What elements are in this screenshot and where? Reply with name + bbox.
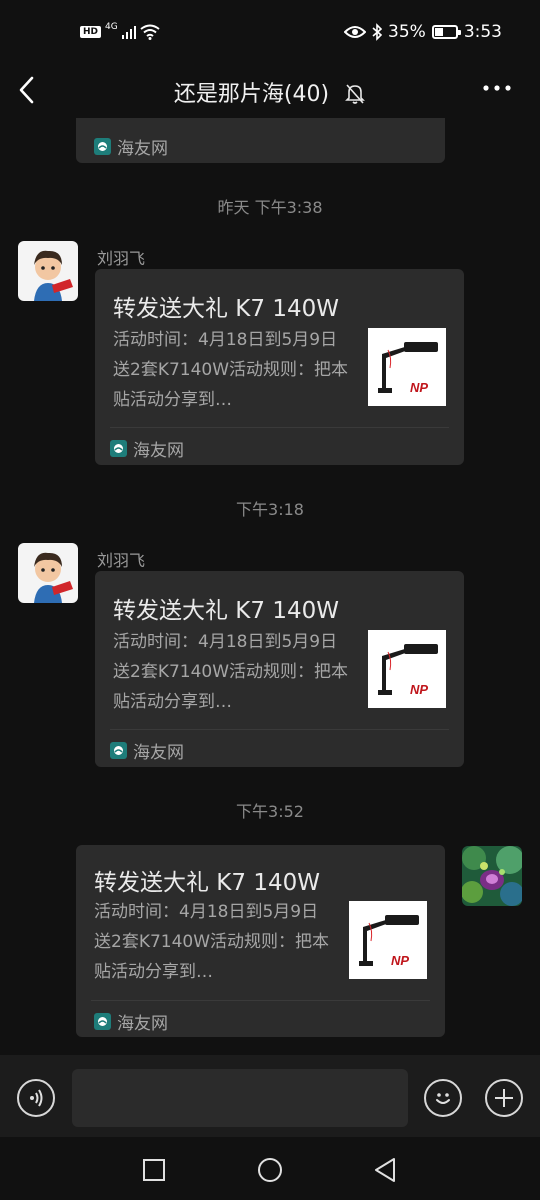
card-description: 活动时间：4月18日到5月9日送2套K7140W活动规则：把本贴活动分享到…	[94, 902, 330, 982]
voice-icon	[30, 1089, 43, 1107]
card-source-label: 海友网	[117, 139, 168, 159]
status-left: HD 4G	[80, 22, 160, 40]
nav-back-button[interactable]	[373, 1157, 397, 1187]
emoji-icon	[436, 1093, 450, 1104]
card-source: 海友网	[110, 738, 184, 763]
card-source-label: 海友网	[117, 1014, 168, 1034]
more-button[interactable]	[482, 70, 512, 107]
nav-circle-icon	[258, 1158, 282, 1182]
haiyou-logo-icon	[94, 138, 111, 155]
card-title: 转发送大礼 K7 140W	[113, 598, 339, 624]
haiyou-logo-icon	[110, 742, 127, 759]
card-source: 海友网	[94, 134, 168, 159]
nav-home-button[interactable]	[257, 1157, 283, 1187]
card-source: 海友网	[94, 1009, 168, 1034]
avatar[interactable]	[18, 241, 78, 301]
eye-icon	[344, 26, 367, 38]
status-bar: HD 4G 35% 3:53	[0, 0, 540, 66]
card-divider	[110, 729, 449, 730]
voice-button[interactable]	[17, 1079, 55, 1117]
emoji-button[interactable]	[424, 1079, 462, 1117]
battery-icon	[431, 25, 461, 39]
timestamp: 下午3:18	[236, 500, 304, 519]
self-avatar[interactable]	[462, 846, 522, 906]
nav-square-icon	[143, 1159, 165, 1181]
battery-percent: 35%	[388, 22, 426, 42]
lamp-product-image: NP	[368, 328, 446, 406]
message-input[interactable]	[72, 1069, 408, 1127]
more-icon	[483, 85, 511, 91]
haiyou-logo-icon	[94, 1013, 111, 1030]
message-card[interactable]: 海友网	[76, 118, 445, 163]
avatar[interactable]	[18, 543, 78, 603]
message-card[interactable]: 转发送大礼 K7 140W 活动时间：4月18日到5月9日送2套K7140W活动…	[95, 269, 464, 465]
timestamp: 下午3:52	[236, 802, 304, 821]
card-source: 海友网	[110, 436, 184, 461]
thumb-brand-text: NP	[410, 682, 428, 697]
status-right: 35% 3:53	[344, 22, 502, 42]
cartoon-boy-avatar	[18, 543, 78, 603]
card-source-label: 海友网	[133, 441, 184, 461]
card-thumbnail: NP	[368, 630, 446, 708]
card-title: 转发送大礼 K7 140W	[94, 870, 320, 896]
haiyou-logo-icon	[110, 440, 127, 457]
card-divider	[91, 1000, 430, 1001]
lamp-product-image: NP	[349, 901, 427, 979]
clock: 3:53	[463, 22, 502, 42]
hd-badge: HD	[80, 26, 102, 38]
message-card[interactable]: 转发送大礼 K7 140W 活动时间：4月18日到5月9日送2套K7140W活动…	[95, 571, 464, 767]
coral-photo-avatar	[462, 846, 522, 906]
card-source-label: 海友网	[133, 743, 184, 763]
card-title: 转发送大礼 K7 140W	[113, 296, 339, 322]
sender-name: 刘羽飞	[97, 551, 146, 570]
signal-icon	[121, 26, 136, 39]
nav-recents-button[interactable]	[143, 1159, 165, 1185]
plus-icon	[495, 1089, 513, 1107]
card-description: 活动时间：4月18日到5月9日送2套K7140W活动规则：把本贴活动分享到…	[113, 632, 349, 712]
cartoon-boy-avatar	[18, 241, 78, 301]
nav-back-icon	[375, 1158, 395, 1182]
plus-button[interactable]	[485, 1079, 523, 1117]
message-card[interactable]: 转发送大礼 K7 140W 活动时间：4月18日到5月9日送2套K7140W活动…	[76, 845, 445, 1037]
timestamp: 昨天 下午3:38	[217, 198, 323, 217]
battery-level	[434, 28, 443, 36]
card-description: 活动时间：4月18日到5月9日送2套K7140W活动规则：把本贴活动分享到…	[113, 330, 349, 410]
chat-header: 还是那片海(40)	[0, 66, 540, 118]
card-thumbnail: NP	[349, 901, 427, 979]
network-label: 4G	[105, 22, 118, 32]
bluetooth-icon	[372, 23, 383, 41]
mute-bell-icon	[345, 84, 366, 104]
card-divider	[110, 427, 449, 428]
lamp-product-image: NP	[368, 630, 446, 708]
chat-title-wrap: 还是那片海(40)	[0, 76, 540, 108]
system-nav-bar	[0, 1137, 540, 1200]
sender-name: 刘羽飞	[97, 249, 146, 268]
wifi-icon	[140, 24, 160, 40]
chat-title: 还是那片海(40)	[173, 82, 330, 107]
input-bar	[0, 1055, 540, 1137]
card-thumbnail: NP	[368, 328, 446, 406]
thumb-brand-text: NP	[410, 380, 428, 395]
thumb-brand-text: NP	[391, 953, 409, 968]
